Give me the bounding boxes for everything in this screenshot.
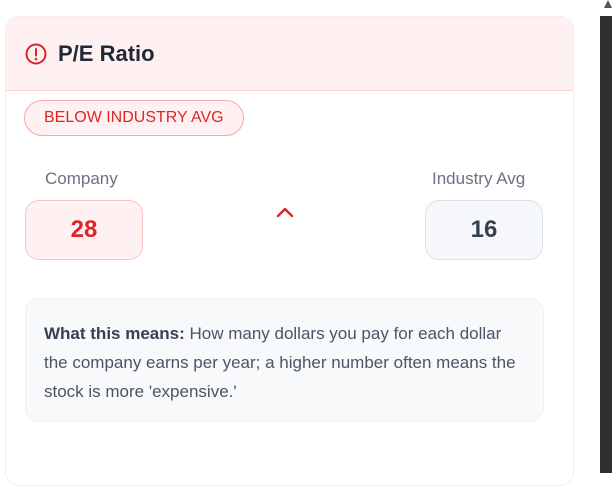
status-badge: BELOW INDUSTRY AVG	[24, 100, 244, 136]
company-value: 28	[25, 200, 143, 260]
scrollbar[interactable]	[600, 16, 612, 473]
industry-avg-value: 16	[425, 200, 543, 260]
explanation-lead: What this means:	[44, 324, 185, 343]
card-title: P/E Ratio	[58, 40, 155, 66]
chevron-up-icon	[275, 205, 295, 219]
info-circle-icon	[24, 42, 48, 66]
industry-avg-label: Industry Avg	[432, 169, 526, 188]
scroll-up-arrow[interactable]	[604, 0, 612, 8]
company-label: Company	[45, 169, 118, 188]
explanation-box: What this means: How many dollars you pa…	[25, 298, 544, 422]
card-header: P/E Ratio	[6, 17, 573, 91]
